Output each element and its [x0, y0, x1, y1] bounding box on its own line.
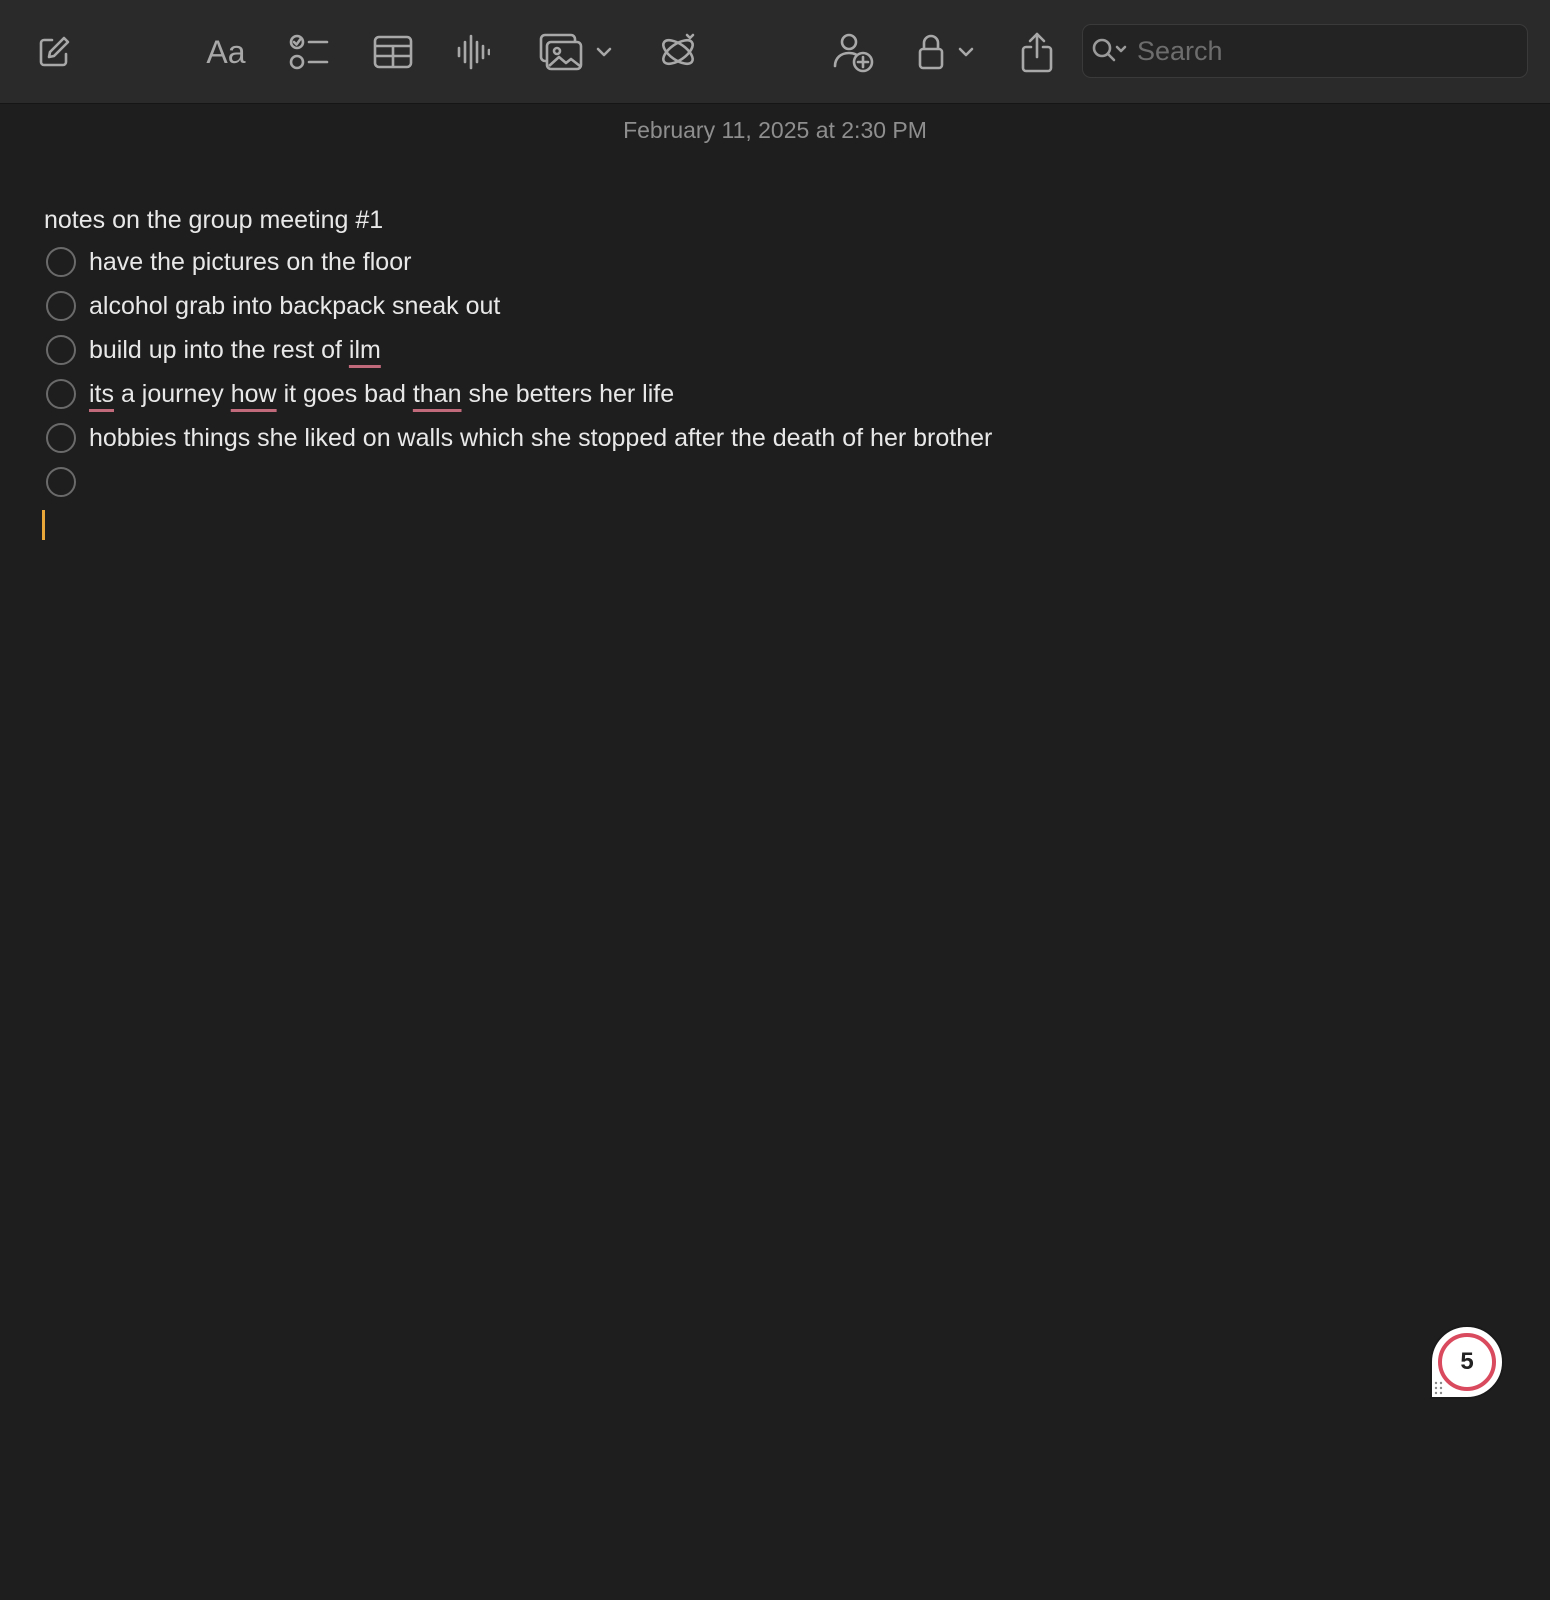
text-run: it goes bad	[276, 379, 413, 408]
format-button[interactable]: Aa	[200, 26, 252, 78]
toolbar: Aa	[0, 0, 1550, 104]
search-icon	[1091, 36, 1133, 66]
checklist-item[interactable]: have the pictures on the floor	[44, 240, 1504, 284]
checklist-item-empty[interactable]	[44, 460, 1504, 504]
text-run: she betters her life	[461, 379, 675, 408]
compose-icon[interactable]	[32, 26, 76, 78]
collaborate-icon[interactable]	[830, 26, 876, 78]
badge-count: 5	[1438, 1333, 1496, 1391]
waveform-icon[interactable]	[454, 26, 492, 78]
misspelled-word[interactable]: ilm	[349, 336, 381, 364]
photo-icon[interactable]	[538, 26, 584, 78]
checkbox[interactable]	[46, 467, 76, 497]
checklist-item[interactable]: hobbies things she liked on walls which …	[44, 416, 1504, 460]
checklist-item-text[interactable]: alcohol grab into backpack sneak out	[89, 292, 500, 321]
floating-badge[interactable]: 5	[1430, 1325, 1506, 1401]
writing-tools-icon[interactable]	[656, 26, 700, 78]
lock-icon[interactable]	[914, 26, 948, 78]
format-label: Aa	[206, 33, 246, 70]
table-icon[interactable]	[371, 26, 415, 78]
chevron-down-icon[interactable]	[594, 26, 614, 78]
text-run: a journey	[114, 379, 231, 408]
checklist-item-text[interactable]: build up into the rest of ilm	[89, 336, 381, 365]
checklist-item[interactable]: its a journey how it goes bad than she b…	[44, 372, 1504, 416]
checklist-item-text[interactable]: its a journey how it goes bad than she b…	[89, 380, 674, 409]
checkbox[interactable]	[46, 291, 76, 321]
chevron-down-icon[interactable]	[956, 26, 976, 78]
drag-handle-icon[interactable]	[1434, 1381, 1444, 1395]
note-editor[interactable]: notes on the group meeting #1 have the p…	[42, 200, 1504, 540]
share-icon[interactable]	[1018, 26, 1056, 78]
search-field[interactable]	[1082, 24, 1528, 78]
checkbox[interactable]	[46, 247, 76, 277]
misspelled-word[interactable]: how	[231, 380, 277, 408]
checklist-item[interactable]: build up into the rest of ilm	[44, 328, 1504, 372]
checklist-item-text[interactable]: hobbies things she liked on walls which …	[89, 424, 992, 453]
checklist-item-text[interactable]: have the pictures on the floor	[89, 248, 411, 277]
search-input[interactable]	[1135, 34, 1499, 68]
text-run: build up into the rest of	[89, 335, 349, 364]
text-caret	[42, 510, 45, 540]
note-timestamp: February 11, 2025 at 2:30 PM	[623, 117, 927, 143]
misspelled-word[interactable]: its	[89, 380, 114, 408]
checklist-icon[interactable]	[286, 26, 332, 78]
note-title[interactable]: notes on the group meeting #1	[44, 200, 1504, 240]
misspelled-word[interactable]: than	[413, 380, 462, 408]
checkbox[interactable]	[46, 335, 76, 365]
checklist-item[interactable]: alcohol grab into backpack sneak out	[44, 284, 1504, 328]
checkbox[interactable]	[46, 379, 76, 409]
checkbox[interactable]	[46, 423, 76, 453]
